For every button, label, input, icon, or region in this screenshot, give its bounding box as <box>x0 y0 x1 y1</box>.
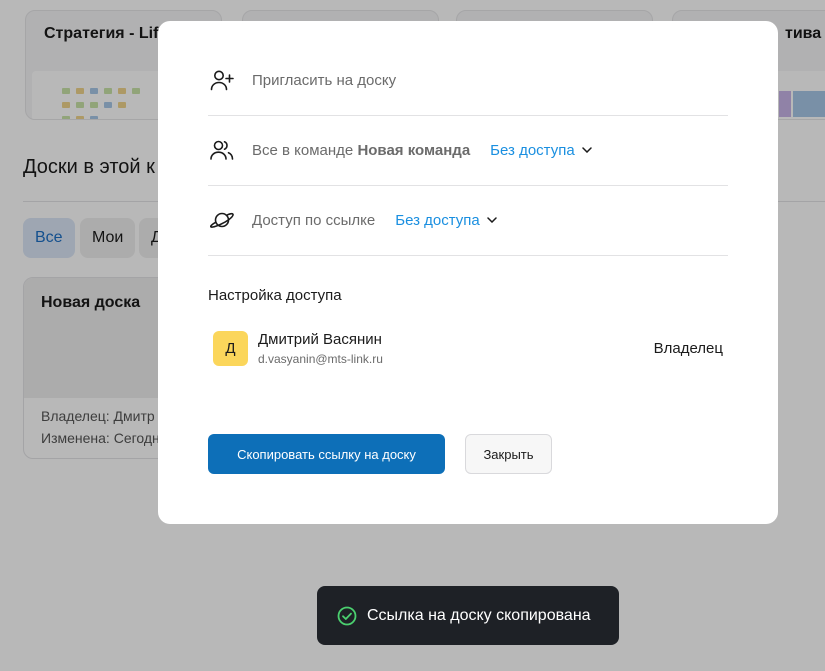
chevron-down-icon <box>581 147 592 153</box>
user-row: Д Дмитрий Васянин d.vasyanin@mts-link.ru… <box>213 331 723 371</box>
access-settings-title: Настройка доступа <box>208 287 342 304</box>
check-circle-icon <box>337 606 357 626</box>
link-access-label: Доступ по ссылке <box>252 211 376 229</box>
chevron-down-icon <box>487 217 497 223</box>
link-access-value: Без доступа <box>395 211 480 229</box>
link-access-dropdown[interactable]: Без доступа <box>395 212 497 229</box>
link-access-row: Доступ по ссылке Без доступа <box>208 185 728 256</box>
team-access-value: Без доступа <box>490 141 575 159</box>
invite-label: Пригласить на доску <box>252 71 397 89</box>
avatar: Д <box>213 331 248 366</box>
user-name: Дмитрий Васянин <box>258 331 382 348</box>
invite-row[interactable]: Пригласить на доску <box>208 45 728 116</box>
team-name: Новая команда <box>357 141 471 159</box>
user-role: Владелец <box>653 340 723 357</box>
team-access-label: Все в команде Новая команда <box>252 142 470 159</box>
user-plus-icon <box>208 66 236 94</box>
planet-icon <box>208 206 236 234</box>
team-access-dropdown[interactable]: Без доступа <box>490 142 592 159</box>
team-access-row: Все в команде Новая команда Без доступа <box>208 115 728 186</box>
users-icon <box>208 136 236 164</box>
user-email: d.vasyanin@mts-link.ru <box>258 352 383 366</box>
share-dialog: Пригласить на доску Все в команде Новая … <box>158 21 778 524</box>
team-prefix: Все в команде <box>252 141 354 159</box>
copy-link-button[interactable]: Скопировать ссылку на доску <box>208 434 445 474</box>
toast-notification: Ссылка на доску скопирована <box>317 586 619 645</box>
toast-message: Ссылка на доску скопирована <box>367 606 591 624</box>
close-button[interactable]: Закрыть <box>465 434 552 474</box>
